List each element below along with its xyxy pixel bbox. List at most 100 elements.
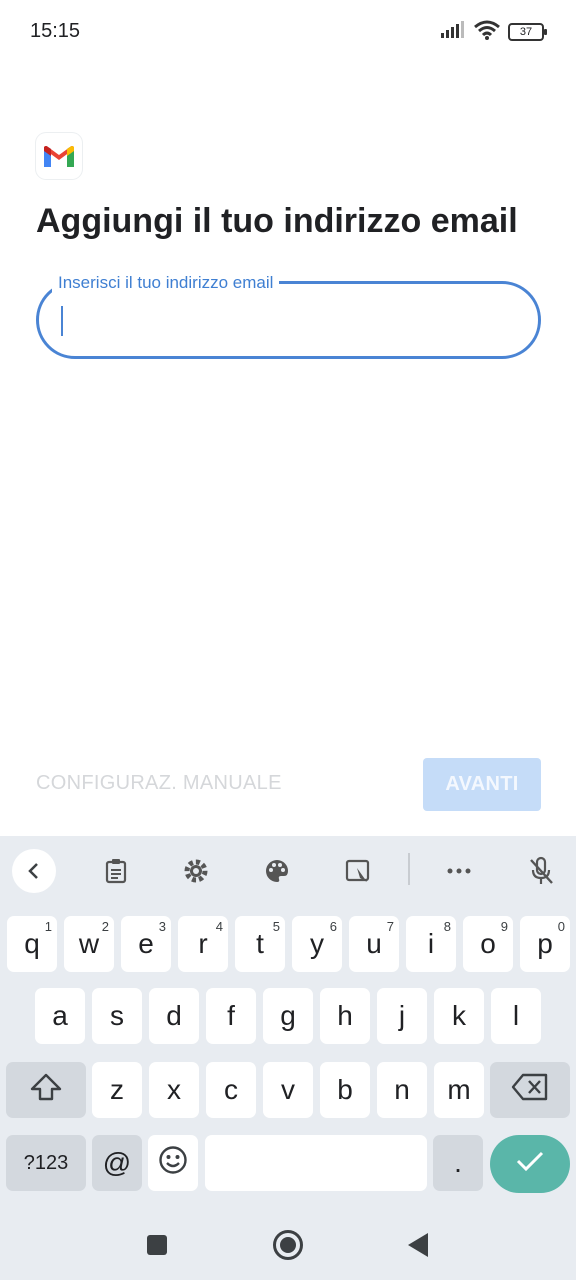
space-key[interactable] bbox=[205, 1135, 427, 1191]
key-n[interactable]: n bbox=[377, 1062, 427, 1118]
key-letter: n bbox=[394, 1074, 410, 1105]
key-hint-number: 4 bbox=[215, 919, 223, 934]
key-x[interactable]: x bbox=[149, 1062, 199, 1118]
key-letter: v bbox=[281, 1074, 295, 1105]
shift-key[interactable] bbox=[6, 1062, 86, 1118]
key-z[interactable]: z bbox=[92, 1062, 142, 1118]
key-letter: z bbox=[110, 1074, 124, 1105]
key-letter: k bbox=[452, 1000, 466, 1031]
key-g[interactable]: g bbox=[263, 988, 313, 1044]
key-b[interactable]: b bbox=[320, 1062, 370, 1118]
back-icon[interactable] bbox=[400, 1227, 436, 1263]
keyboard: ?123 @ . q1w2e3r4t5y6u7i8o9p0asdfghjklzx… bbox=[0, 836, 576, 1210]
key-hint-number: 2 bbox=[101, 919, 109, 934]
key-letter: m bbox=[447, 1074, 471, 1105]
floating-keyboard-icon[interactable] bbox=[336, 849, 380, 893]
gmail-logo-icon bbox=[36, 133, 82, 179]
key-letter: c bbox=[224, 1074, 238, 1105]
emoji-icon bbox=[158, 1145, 188, 1182]
key-o[interactable]: o9 bbox=[463, 916, 513, 972]
symbols-key[interactable]: ?123 bbox=[6, 1135, 86, 1191]
key-letter: l bbox=[512, 1000, 520, 1031]
key-d[interactable]: d bbox=[149, 988, 199, 1044]
key-letter: o bbox=[480, 928, 496, 959]
key-letter: e bbox=[138, 928, 154, 959]
key-letter: u bbox=[366, 928, 382, 959]
at-key[interactable]: @ bbox=[92, 1135, 142, 1191]
key-hint-number: 8 bbox=[443, 919, 451, 934]
key-letter: f bbox=[227, 1000, 235, 1031]
key-t[interactable]: t5 bbox=[235, 916, 285, 972]
home-icon[interactable] bbox=[270, 1227, 306, 1263]
email-field-label: Inserisci il tuo indirizzo email bbox=[52, 273, 280, 293]
key-f[interactable]: f bbox=[206, 988, 256, 1044]
key-e[interactable]: e3 bbox=[121, 916, 171, 972]
chevron-left-icon[interactable] bbox=[12, 849, 56, 893]
navigation-bar bbox=[0, 1210, 576, 1280]
key-letter: j bbox=[398, 1000, 406, 1031]
keyboard-toolbar bbox=[0, 836, 576, 902]
check-icon bbox=[515, 1148, 545, 1180]
status-icons: 37 bbox=[440, 20, 547, 45]
toolbar-divider bbox=[408, 853, 410, 885]
key-letter: t bbox=[256, 928, 264, 959]
key-hint-number: 5 bbox=[272, 919, 280, 934]
key-k[interactable]: k bbox=[434, 988, 484, 1044]
enter-key[interactable] bbox=[490, 1135, 570, 1193]
key-u[interactable]: u7 bbox=[349, 916, 399, 972]
status-time: 15:15 bbox=[30, 20, 81, 42]
key-l[interactable]: l bbox=[491, 988, 541, 1044]
key-letter: d bbox=[166, 1000, 182, 1031]
key-letter: b bbox=[337, 1074, 353, 1105]
key-m[interactable]: m bbox=[434, 1062, 484, 1118]
key-letter: r bbox=[198, 928, 208, 959]
key-letter: q bbox=[24, 928, 40, 959]
key-i[interactable]: i8 bbox=[406, 916, 456, 972]
key-hint-number: 3 bbox=[158, 919, 166, 934]
settings-icon[interactable] bbox=[174, 849, 218, 893]
palette-icon[interactable] bbox=[255, 849, 299, 893]
recents-icon[interactable] bbox=[139, 1227, 175, 1263]
key-hint-number: 7 bbox=[386, 919, 394, 934]
key-letter: h bbox=[337, 1000, 353, 1031]
signal-icon bbox=[440, 20, 466, 44]
mic-off-icon[interactable] bbox=[519, 849, 563, 893]
key-letter: x bbox=[167, 1074, 181, 1105]
status-bar: 15:15 37 bbox=[0, 0, 576, 66]
key-y[interactable]: y6 bbox=[292, 916, 342, 972]
key-c[interactable]: c bbox=[206, 1062, 256, 1118]
clipboard-icon[interactable] bbox=[94, 849, 138, 893]
key-letter: a bbox=[52, 1000, 68, 1031]
key-letter: w bbox=[78, 928, 100, 959]
key-letter: p bbox=[537, 928, 553, 959]
key-letter: y bbox=[310, 928, 324, 959]
key-p[interactable]: p0 bbox=[520, 916, 570, 972]
key-hint-number: 9 bbox=[500, 919, 508, 934]
more-icon[interactable] bbox=[437, 849, 481, 893]
backspace-icon bbox=[511, 1073, 549, 1108]
key-v[interactable]: v bbox=[263, 1062, 313, 1118]
key-hint-number: 0 bbox=[557, 919, 565, 934]
key-q[interactable]: q1 bbox=[7, 916, 57, 972]
key-s[interactable]: s bbox=[92, 988, 142, 1044]
key-w[interactable]: w2 bbox=[64, 916, 114, 972]
key-hint-number: 1 bbox=[44, 919, 52, 934]
backspace-key[interactable] bbox=[490, 1062, 570, 1118]
text-cursor bbox=[61, 306, 63, 336]
key-j[interactable]: j bbox=[377, 988, 427, 1044]
shift-icon bbox=[30, 1073, 62, 1108]
key-r[interactable]: r4 bbox=[178, 916, 228, 972]
key-h[interactable]: h bbox=[320, 988, 370, 1044]
key-letter: i bbox=[427, 928, 435, 959]
wifi-icon bbox=[474, 20, 500, 45]
key-hint-number: 6 bbox=[329, 919, 337, 934]
page-title: Aggiungi il tuo indirizzo email bbox=[36, 202, 518, 240]
manual-config-button[interactable]: CONFIGURAZ. MANUALE bbox=[36, 772, 282, 795]
period-key[interactable]: . bbox=[433, 1135, 483, 1191]
battery-icon: 37 bbox=[508, 23, 547, 41]
key-letter: g bbox=[280, 1000, 296, 1031]
next-button[interactable]: AVANTI bbox=[423, 758, 541, 811]
emoji-key[interactable] bbox=[148, 1135, 198, 1191]
email-input[interactable] bbox=[59, 298, 519, 342]
key-a[interactable]: a bbox=[35, 988, 85, 1044]
